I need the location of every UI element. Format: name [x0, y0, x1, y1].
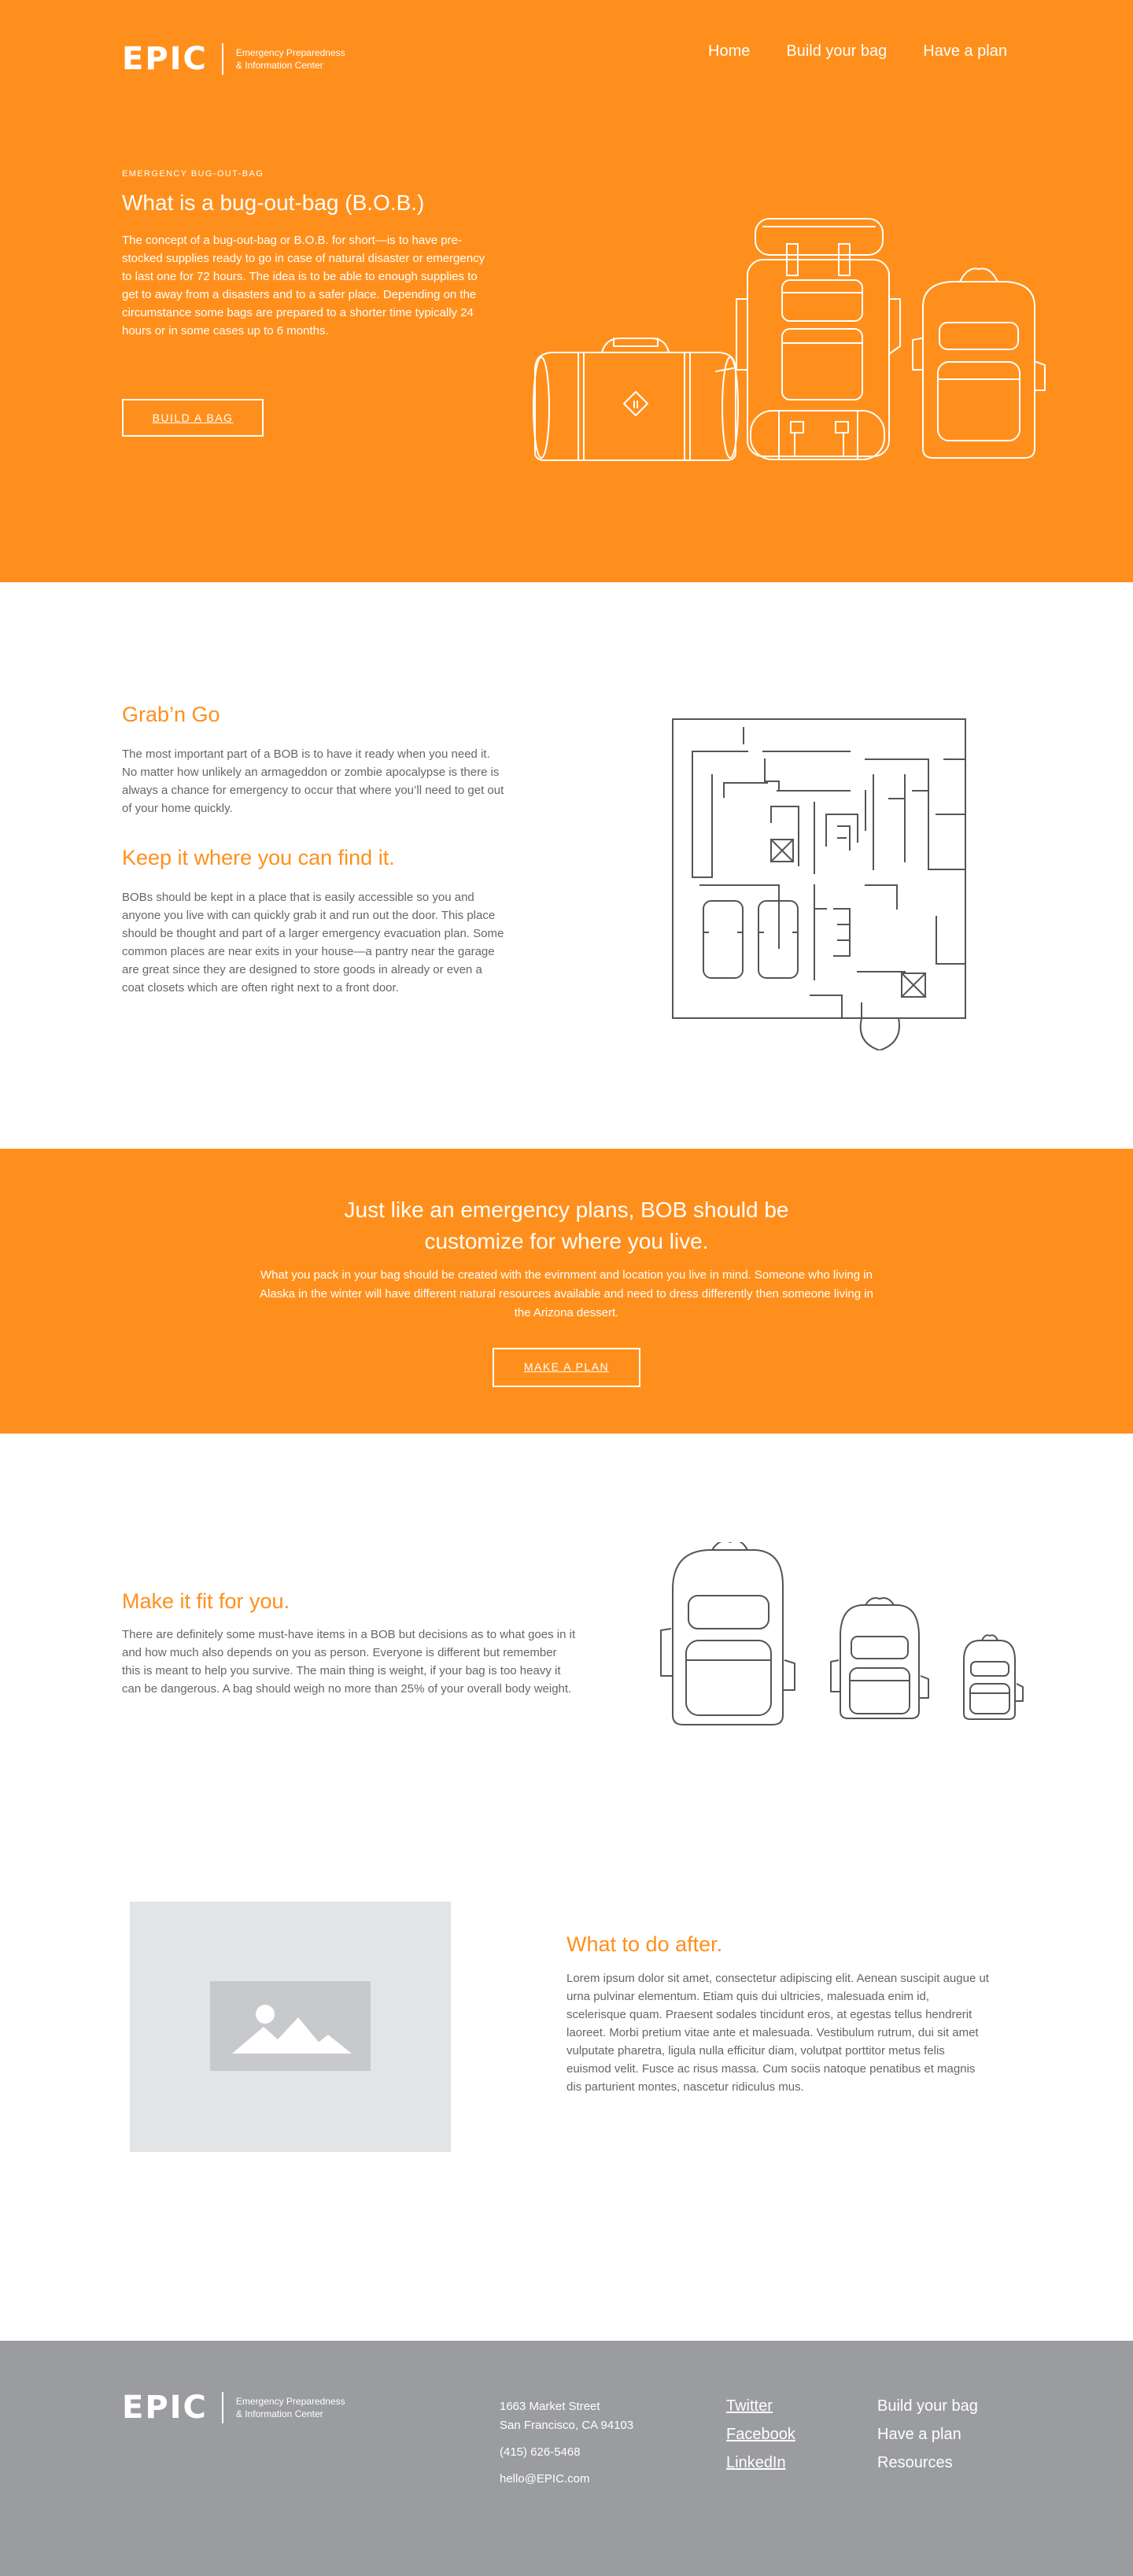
footer-tagline-line1: Emergency Preparedness: [235, 2396, 345, 2407]
footer-logo-tagline: Emergency Preparedness & Information Cen…: [236, 2395, 345, 2420]
logo-tagline: Emergency Preparedness & Information Cen…: [236, 46, 345, 72]
what-to-do-after-title: What to do after.: [566, 1932, 723, 1956]
hero-title: What is a bug-out-bag (B.O.B.): [122, 190, 425, 215]
banner-body: What you pack in your bag should be crea…: [260, 1268, 873, 1319]
backpack-large-icon: [660, 1542, 795, 1725]
footer-resources-link[interactable]: Resources: [877, 2454, 953, 2472]
footer-linkedin-link[interactable]: LinkedIn: [726, 2454, 786, 2472]
floor-plan-illustration: [672, 718, 966, 1050]
logo-tagline-line1: Emergency Preparedness: [235, 47, 345, 58]
backpack-small-icon: [963, 1634, 1024, 1720]
build-a-bag-button[interactable]: BUILD A BAG: [122, 399, 264, 437]
footer-address: 1663 Market Street San Francisco, CA 941…: [500, 2397, 633, 2435]
banner-title: Just like an emergency plans, BOB should…: [299, 1194, 834, 1257]
backpack-medium-icon: [830, 1597, 929, 1719]
footer-address-line1: 1663 Market Street: [500, 2400, 600, 2413]
footer-twitter-link[interactable]: Twitter: [726, 2397, 773, 2415]
logo-divider: [221, 43, 223, 75]
nav-build-your-bag[interactable]: Build your bag: [786, 42, 887, 61]
daypack-icon: [912, 268, 1046, 459]
footer-address-line2: San Francisco, CA 94103: [500, 2419, 634, 2432]
footer-email[interactable]: hello@EPIC.com: [500, 2470, 589, 2489]
footer-logo-wordmark: EPIC: [122, 2390, 208, 2426]
hero-body: The concept of a bug-out-bag or B.O.B. f…: [122, 234, 485, 338]
footer-tagline-line2: & Information Center: [235, 2408, 323, 2419]
logo-wordmark: EPIC: [122, 41, 208, 77]
hero-eyebrow: EMERGENCY BUG-OUT-BAG: [122, 169, 264, 179]
make-it-fit-title: Make it fit for you.: [122, 1589, 290, 1613]
grab-n-go-body: The most important part of a BOB is to h…: [122, 747, 504, 815]
make-a-plan-button[interactable]: MAKE A PLAN: [493, 1348, 640, 1387]
main-nav: Home Build your bag Have a plan: [708, 42, 1007, 61]
banner-title-line1: Just like an emergency plans, BOB should…: [344, 1198, 789, 1222]
duffel-bag-icon: [533, 338, 739, 461]
make-it-fit-body: There are definitely some must-have item…: [122, 1628, 576, 1696]
footer-have-a-plan-link[interactable]: Have a plan: [877, 2426, 961, 2444]
nav-home[interactable]: Home: [708, 42, 750, 61]
banner-title-line2: customize for where you live.: [424, 1229, 709, 1253]
what-to-do-after-body: Lorem ipsum dolor sit amet, consectetur …: [566, 1972, 989, 2094]
hero-section: EPIC Emergency Preparedness & Informatio…: [0, 0, 1133, 582]
image-placeholder: [130, 1902, 451, 2152]
footer-phone: (415) 626-5468: [500, 2445, 581, 2459]
keep-it-body: BOBs should be kept in a place that is e…: [122, 891, 504, 995]
grab-n-go-title: Grab’n Go: [122, 703, 220, 726]
backpack-size-icons: [660, 1542, 1024, 1725]
footer-logo-divider: [221, 2392, 223, 2423]
site-footer: EPIC Emergency Preparedness & Informatio…: [0, 2341, 1133, 2576]
header-logo[interactable]: EPIC Emergency Preparedness & Informatio…: [122, 41, 345, 77]
hero-bags-illustration: [533, 218, 1046, 461]
footer-facebook-link[interactable]: Facebook: [726, 2426, 795, 2444]
keep-it-title: Keep it where you can find it.: [122, 846, 395, 869]
image-placeholder-icon: [210, 1981, 371, 2071]
large-backpack-icon: [736, 218, 901, 460]
logo-tagline-line2: & Information Center: [235, 60, 323, 71]
nav-have-a-plan[interactable]: Have a plan: [923, 42, 1007, 61]
footer-build-your-bag-link[interactable]: Build your bag: [877, 2397, 978, 2415]
footer-logo[interactable]: EPIC Emergency Preparedness & Informatio…: [122, 2390, 345, 2426]
